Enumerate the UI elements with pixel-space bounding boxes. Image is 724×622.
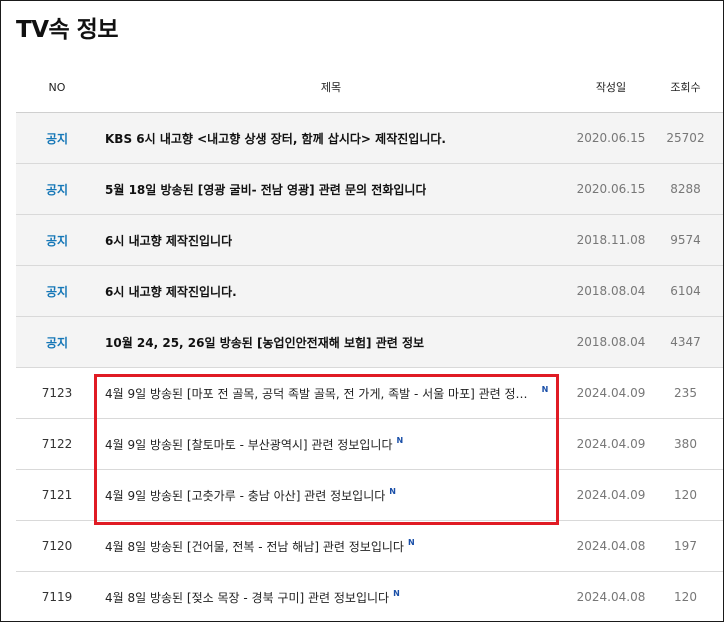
- row-date: 2024.04.09: [576, 488, 646, 502]
- row-views: 235: [674, 386, 697, 400]
- row-title: 4월 8일 방송된 [젖소 목장 - 경북 구미] 관련 정보입니다: [105, 590, 390, 605]
- board-page: TV속 정보 NO 제목 작성일 조회수 공지 KBS 6시 내고향 <내고향 …: [0, 0, 724, 622]
- table-row[interactable]: 7121 4월 9일 방송된 [고춧가루 - 충남 아산] 관련 정보입니다 N …: [16, 470, 723, 521]
- row-title: KBS 6시 내고향 <내고향 상생 장터, 함께 삽시다> 제작진입니다.: [105, 131, 446, 146]
- table-row-notice[interactable]: 공지 5월 18일 방송된 [영광 굴비- 전남 영광] 관련 문의 전화입니다…: [16, 164, 723, 215]
- new-badge-icon: N: [541, 384, 549, 394]
- row-date: 2024.04.09: [576, 437, 646, 451]
- row-title-link[interactable]: 4월 9일 방송된 [마포 전 골목, 공덕 족발 골목, 전 가게, 족발 -…: [98, 385, 564, 402]
- row-no: 공지: [45, 233, 69, 248]
- row-views: 8288: [670, 182, 701, 196]
- row-date: 2018.08.04: [576, 335, 646, 349]
- row-title-link[interactable]: 4월 8일 방송된 [건어물, 전복 - 전남 해남] 관련 정보입니다 N: [98, 538, 564, 555]
- row-date: 2018.08.04: [576, 284, 646, 298]
- row-views: 9574: [670, 233, 701, 247]
- row-views: 25702: [666, 131, 705, 145]
- table-row-notice[interactable]: 공지 6시 내고향 제작진입니다. 2018.08.04 6104: [16, 266, 723, 317]
- row-date: 2020.06.15: [576, 182, 646, 196]
- row-title-link[interactable]: 4월 8일 방송된 [젖소 목장 - 경북 구미] 관련 정보입니다 N: [98, 589, 564, 606]
- table-row-notice[interactable]: 공지 6시 내고향 제작진입니다 2018.11.08 9574: [16, 215, 723, 266]
- row-title: 6시 내고향 제작진입니다: [105, 233, 233, 248]
- row-no: 공지: [45, 335, 69, 350]
- table-row-notice[interactable]: 공지 10월 24, 25, 26일 방송된 [농업인안전재해 보험] 관련 정…: [16, 317, 723, 368]
- row-title: 4월 9일 방송된 [마포 전 골목, 공덕 족발 골목, 전 가게, 족발 -…: [105, 386, 528, 401]
- row-title-link[interactable]: 6시 내고향 제작진입니다: [98, 232, 564, 249]
- row-title: 4월 9일 방송된 [고춧가루 - 충남 아산] 관련 정보입니다: [105, 488, 386, 503]
- row-title-link[interactable]: 5월 18일 방송된 [영광 굴비- 전남 영광] 관련 문의 전화입니다: [98, 181, 564, 198]
- new-badge-icon: N: [393, 588, 400, 598]
- post-table: NO 제목 작성일 조회수 공지 KBS 6시 내고향 <내고향 상생 장터, …: [16, 62, 723, 621]
- page-title: TV속 정보: [16, 17, 118, 43]
- row-title-link[interactable]: KBS 6시 내고향 <내고향 상생 장터, 함께 삽시다> 제작진입니다.: [98, 130, 564, 147]
- table-row[interactable]: 7119 4월 8일 방송된 [젖소 목장 - 경북 구미] 관련 정보입니다 N…: [16, 572, 723, 621]
- row-date: 2024.04.08: [576, 590, 646, 604]
- table-row[interactable]: 7123 4월 9일 방송된 [마포 전 골목, 공덕 족발 골목, 전 가게,…: [16, 368, 723, 419]
- header-title: 제목: [320, 81, 342, 94]
- row-no: 7121: [41, 488, 73, 502]
- row-title-link[interactable]: 10월 24, 25, 26일 방송된 [농업인안전재해 보험] 관련 정보: [98, 334, 564, 351]
- new-badge-icon: N: [389, 486, 396, 496]
- row-title-link[interactable]: 6시 내고향 제작진입니다.: [98, 283, 564, 300]
- row-title: 5월 18일 방송된 [영광 굴비- 전남 영광] 관련 문의 전화입니다: [105, 182, 427, 197]
- row-title-link[interactable]: 4월 9일 방송된 [고춧가루 - 충남 아산] 관련 정보입니다 N: [98, 487, 564, 504]
- header-no: NO: [48, 80, 66, 94]
- row-no: 7119: [41, 590, 73, 604]
- row-title-link[interactable]: 4월 9일 방송된 [찰토마토 - 부산광역시] 관련 정보입니다 N: [98, 436, 564, 453]
- row-views: 380: [674, 437, 697, 451]
- new-badge-icon: N: [396, 435, 404, 445]
- row-title: 4월 8일 방송된 [건어물, 전복 - 전남 해남] 관련 정보입니다: [105, 539, 404, 554]
- row-date: 2020.06.15: [576, 131, 646, 145]
- table-row-notice[interactable]: 공지 KBS 6시 내고향 <내고향 상생 장터, 함께 삽시다> 제작진입니다…: [16, 113, 723, 164]
- table-header: NO 제목 작성일 조회수: [16, 62, 723, 113]
- header-date: 작성일: [595, 81, 627, 94]
- row-no: 7123: [41, 386, 73, 400]
- row-views: 197: [674, 539, 697, 553]
- row-title: 10월 24, 25, 26일 방송된 [농업인안전재해 보험] 관련 정보: [105, 335, 425, 350]
- table-row[interactable]: 7120 4월 8일 방송된 [건어물, 전복 - 전남 해남] 관련 정보입니…: [16, 521, 723, 572]
- row-views: 6104: [670, 284, 701, 298]
- new-badge-icon: N: [407, 537, 415, 547]
- row-views: 120: [674, 590, 697, 604]
- row-date: 2024.04.09: [576, 386, 646, 400]
- row-title: 6시 내고향 제작진입니다.: [105, 284, 237, 299]
- row-date: 2018.11.08: [576, 233, 646, 247]
- row-no: 7122: [41, 437, 73, 451]
- row-views: 120: [674, 488, 697, 502]
- header-views: 조회수: [670, 81, 701, 94]
- row-views: 4347: [670, 335, 701, 349]
- row-title: 4월 9일 방송된 [찰토마토 - 부산광역시] 관련 정보입니다: [105, 437, 393, 452]
- row-date: 2024.04.08: [576, 539, 646, 553]
- row-no: 공지: [45, 131, 69, 146]
- table-row[interactable]: 7122 4월 9일 방송된 [찰토마토 - 부산광역시] 관련 정보입니다 N …: [16, 419, 723, 470]
- row-no: 공지: [45, 284, 69, 299]
- row-no: 공지: [45, 182, 69, 197]
- row-no: 7120: [41, 539, 73, 553]
